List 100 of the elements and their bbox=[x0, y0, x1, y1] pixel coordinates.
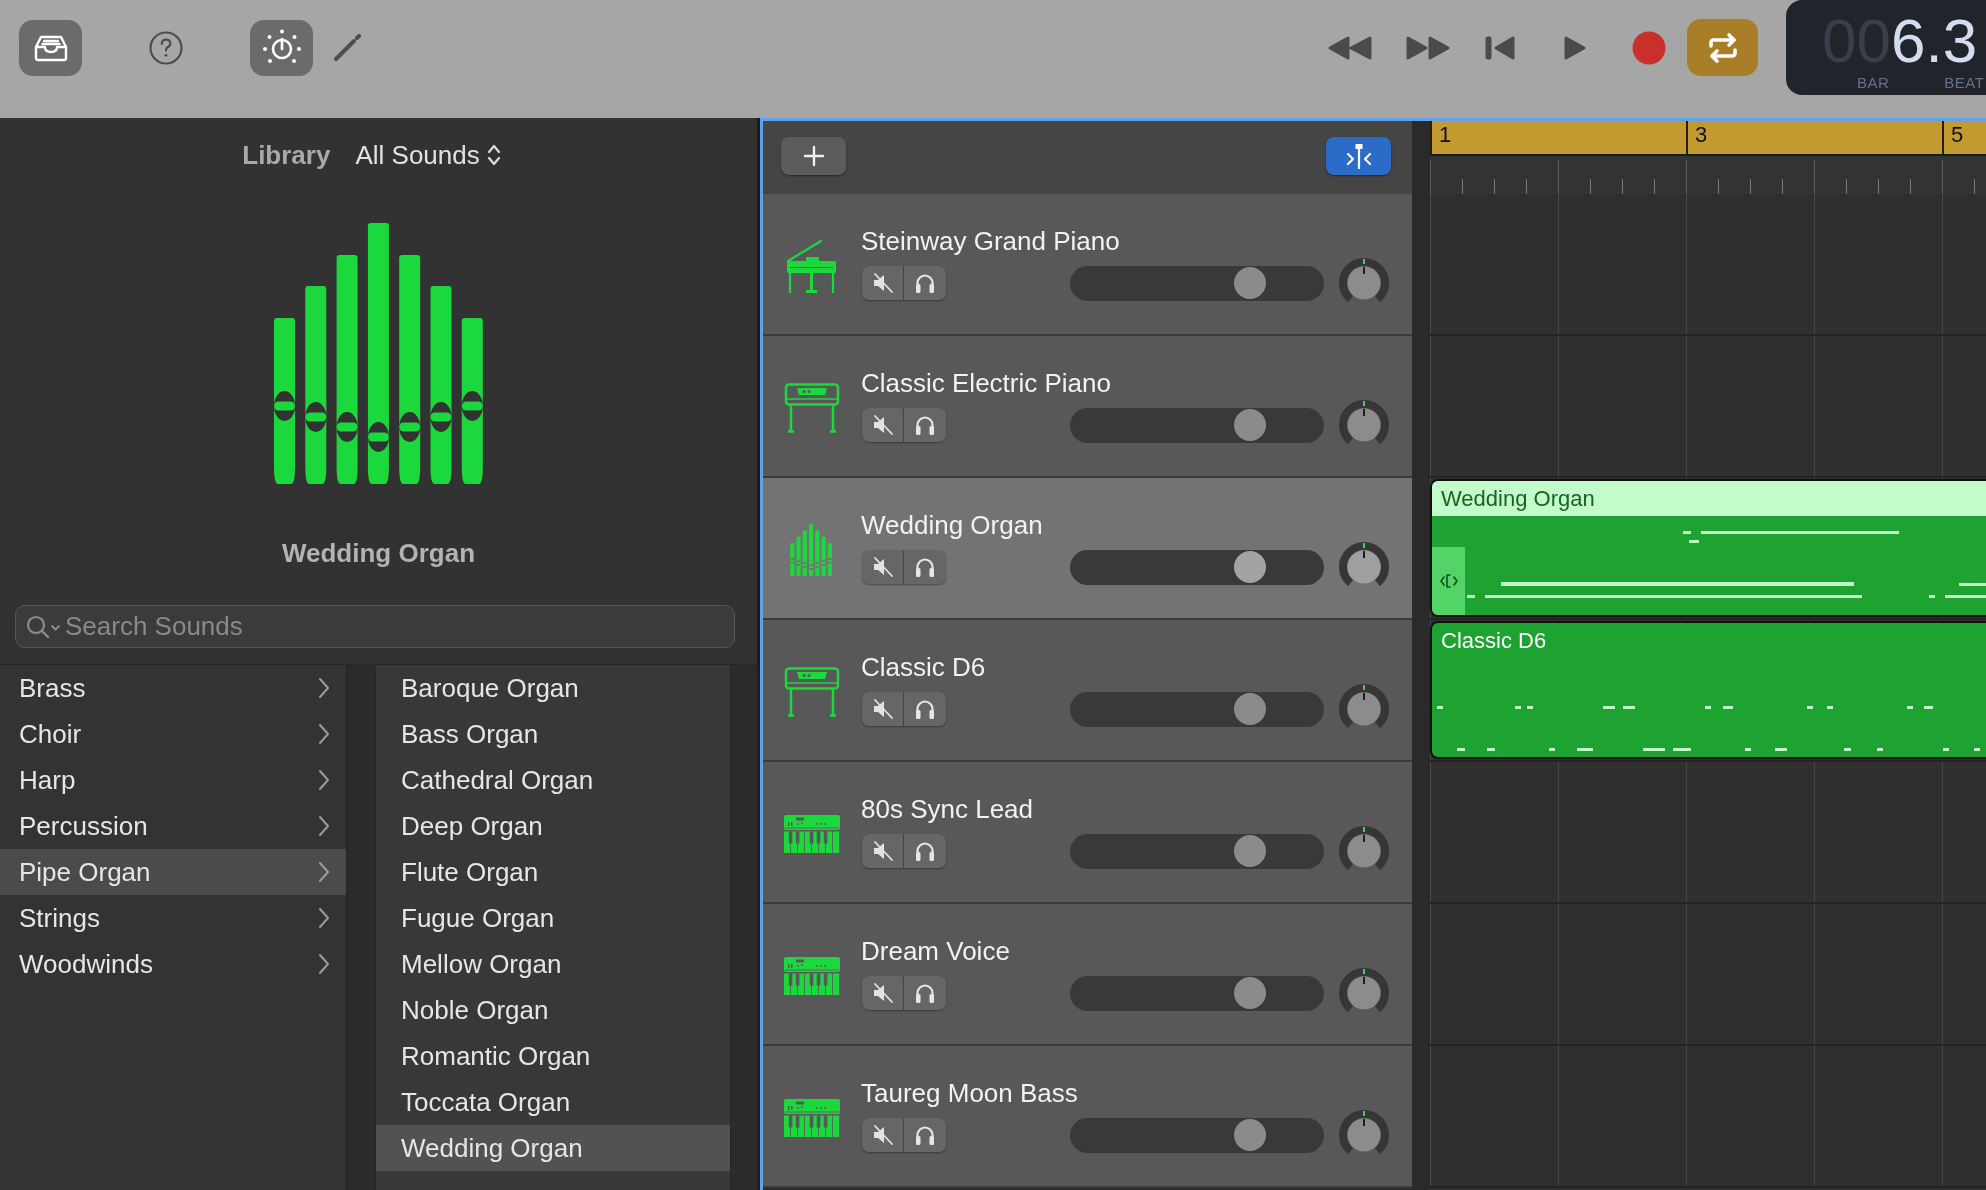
sound-item[interactable]: Flute Organ bbox=[376, 849, 730, 895]
region-name: Classic D6 bbox=[1441, 627, 1547, 654]
cycle-area[interactable]: 1 3 5 bbox=[1430, 121, 1986, 154]
solo-button[interactable] bbox=[904, 1118, 946, 1152]
solo-button[interactable] bbox=[904, 408, 946, 442]
search-input[interactable]: Search Sounds bbox=[65, 609, 734, 644]
record-icon bbox=[1632, 30, 1666, 65]
volume-slider[interactable] bbox=[1070, 1117, 1324, 1153]
electric-piano-icon bbox=[783, 667, 840, 717]
volume-slider[interactable] bbox=[1070, 265, 1324, 301]
chevron-right-icon bbox=[318, 815, 330, 837]
up-down-chevron-icon bbox=[486, 143, 501, 167]
solo-button[interactable] bbox=[904, 976, 946, 1010]
track-name: Dream Voice bbox=[861, 935, 1010, 968]
record-button[interactable] bbox=[1632, 30, 1666, 65]
align-button[interactable] bbox=[1326, 137, 1391, 175]
category-item[interactable]: Choir bbox=[0, 711, 346, 757]
volume-slider[interactable] bbox=[1070, 833, 1324, 869]
mute-button[interactable] bbox=[862, 550, 904, 584]
volume-thumb[interactable] bbox=[1234, 267, 1267, 299]
pencil-icon bbox=[332, 33, 362, 62]
mute-button[interactable] bbox=[862, 976, 904, 1010]
solo-button[interactable] bbox=[904, 266, 946, 300]
track-header[interactable]: Taureg Moon Bass bbox=[763, 1046, 1412, 1188]
volume-thumb[interactable] bbox=[1234, 693, 1267, 725]
search-field[interactable]: Search Sounds bbox=[15, 605, 735, 648]
smart-controls-button[interactable] bbox=[250, 19, 313, 76]
volume-thumb[interactable] bbox=[1234, 1119, 1267, 1151]
volume-thumb[interactable] bbox=[1234, 835, 1267, 867]
track-header[interactable]: Dream Voice bbox=[763, 904, 1412, 1046]
track-header[interactable]: Classic D6 bbox=[763, 620, 1412, 762]
volume-slider[interactable] bbox=[1070, 975, 1324, 1011]
solo-button[interactable] bbox=[904, 834, 946, 868]
sound-item[interactable]: Fugue Organ bbox=[376, 895, 730, 941]
category-item[interactable]: Strings bbox=[0, 895, 346, 941]
fast-forward-icon bbox=[1405, 34, 1451, 61]
sound-filter-popup[interactable]: All Sounds bbox=[355, 139, 501, 171]
category-item[interactable]: Woodwinds bbox=[0, 941, 346, 987]
track-name: Classic D6 bbox=[861, 651, 986, 684]
inbox-tray-icon bbox=[32, 33, 69, 62]
sound-item[interactable]: Deep Organ bbox=[376, 803, 730, 849]
track-header[interactable]: Classic Electric Piano bbox=[763, 336, 1412, 478]
volume-slider[interactable] bbox=[1070, 549, 1324, 585]
region-name: Wedding Organ bbox=[1441, 485, 1595, 512]
sound-item[interactable]: Wedding Organ bbox=[376, 1125, 730, 1171]
sound-item[interactable]: Baroque Organ bbox=[376, 665, 730, 711]
editor-button[interactable] bbox=[332, 33, 362, 62]
headphones-icon bbox=[913, 697, 937, 721]
solo-button[interactable] bbox=[904, 692, 946, 726]
category-item[interactable]: Brass bbox=[0, 665, 346, 711]
mute-button[interactable] bbox=[862, 408, 904, 442]
track-name: 80s Sync Lead bbox=[861, 793, 1033, 826]
midi-region[interactable]: Wedding Organ bbox=[1430, 479, 1986, 617]
bar-number: 5 bbox=[1951, 121, 1964, 149]
bracket-arrows-icon bbox=[1438, 571, 1459, 591]
sound-item[interactable]: Cathedral Organ bbox=[376, 757, 730, 803]
loop-handle[interactable] bbox=[1432, 547, 1465, 615]
library-title: Library bbox=[242, 139, 331, 171]
help-button[interactable] bbox=[149, 30, 183, 65]
cycle-button[interactable] bbox=[1687, 19, 1758, 76]
lcd-unit-label: BAR bbox=[1857, 74, 1890, 92]
chevron-right-icon bbox=[318, 677, 330, 699]
category-item[interactable]: Pipe Organ bbox=[0, 849, 346, 895]
organ-pipes-icon bbox=[790, 523, 833, 577]
track-name: Steinway Grand Piano bbox=[861, 225, 1120, 258]
lcd-position: 6.3 bbox=[1890, 8, 1978, 74]
fast-forward-button[interactable] bbox=[1405, 34, 1451, 61]
sound-item[interactable]: Romantic Organ bbox=[376, 1033, 730, 1079]
track-name: Taureg Moon Bass bbox=[861, 1077, 1078, 1110]
rewind-button[interactable] bbox=[1327, 34, 1373, 61]
volume-thumb[interactable] bbox=[1234, 551, 1267, 583]
chevron-right-icon bbox=[318, 907, 330, 929]
sound-item[interactable]: Bass Organ bbox=[376, 711, 730, 757]
track-header[interactable]: 80s Sync Lead bbox=[763, 762, 1412, 904]
track-header[interactable]: Steinway Grand Piano bbox=[763, 194, 1412, 336]
sound-item[interactable]: Toccata Organ bbox=[376, 1079, 730, 1125]
chevron-right-icon bbox=[318, 723, 330, 745]
sound-item[interactable]: Mellow Organ bbox=[376, 941, 730, 987]
volume-slider[interactable] bbox=[1070, 691, 1324, 727]
track-name: Classic Electric Piano bbox=[861, 367, 1111, 400]
go-to-beginning-button[interactable] bbox=[1484, 34, 1516, 61]
solo-button[interactable] bbox=[904, 550, 946, 584]
bar-number: 1 bbox=[1439, 121, 1452, 149]
library-button[interactable] bbox=[19, 19, 82, 76]
track-header[interactable]: Wedding Organ bbox=[763, 478, 1412, 620]
play-icon bbox=[1563, 34, 1587, 61]
mute-button[interactable] bbox=[862, 1118, 904, 1152]
category-item[interactable]: Harp bbox=[0, 757, 346, 803]
add-track-button[interactable] bbox=[781, 137, 846, 175]
volume-thumb[interactable] bbox=[1234, 977, 1267, 1009]
mute-button[interactable] bbox=[862, 692, 904, 726]
headphones-icon bbox=[913, 271, 937, 295]
play-button[interactable] bbox=[1563, 34, 1587, 61]
category-item[interactable]: Percussion bbox=[0, 803, 346, 849]
volume-slider[interactable] bbox=[1070, 407, 1324, 443]
sound-item[interactable]: Noble Organ bbox=[376, 987, 730, 1033]
volume-thumb[interactable] bbox=[1234, 409, 1267, 441]
plus-icon bbox=[802, 145, 825, 167]
mute-button[interactable] bbox=[862, 834, 904, 868]
mute-button[interactable] bbox=[862, 266, 904, 300]
